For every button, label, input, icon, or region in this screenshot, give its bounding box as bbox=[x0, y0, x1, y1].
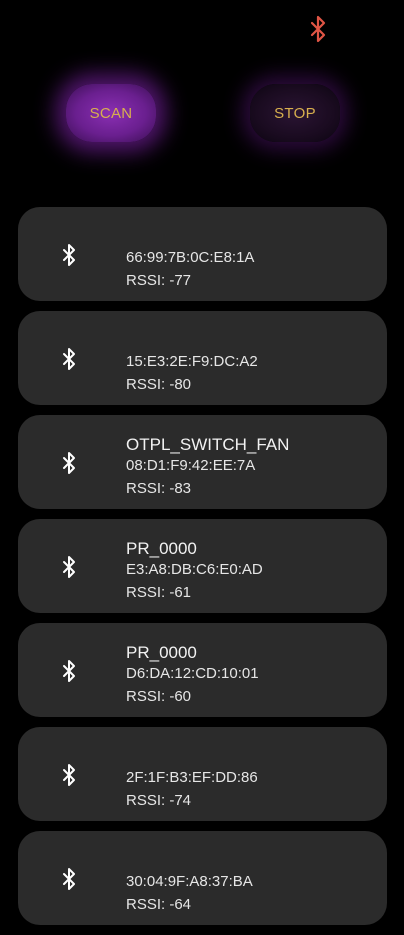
device-rssi: RSSI: -83 bbox=[126, 480, 192, 497]
device-card[interactable]: PR_0000 D6:DA:12:CD:10:01 RSSI: -60 bbox=[18, 623, 387, 717]
device-card[interactable]: 30:04:9F:A8:37:BA RSSI: -64 bbox=[18, 831, 387, 925]
device-mac: 15:E3:2E:F9:DC:A2 bbox=[126, 353, 258, 370]
device-name: OTPL_SWITCH_FAN bbox=[126, 435, 290, 454]
device-rssi: RSSI: -74 bbox=[126, 792, 192, 809]
bluetooth-status-icon bbox=[310, 15, 326, 43]
device-rssi: RSSI: -80 bbox=[126, 376, 192, 393]
device-mac: 08:D1:F9:42:EE:7A bbox=[126, 457, 256, 474]
device-card[interactable]: 15:E3:2E:F9:DC:A2 RSSI: -80 bbox=[18, 311, 387, 405]
device-mac: 2F:1F:B3:EF:DD:86 bbox=[126, 769, 258, 786]
scan-button-label: SCAN bbox=[89, 104, 133, 122]
bluetooth-icon bbox=[63, 764, 75, 786]
bluetooth-icon bbox=[63, 556, 75, 578]
device-mac: E3:A8:DB:C6:E0:AD bbox=[126, 561, 263, 578]
device-mac: 30:04:9F:A8:37:BA bbox=[126, 873, 253, 890]
scan-button[interactable]: SCAN bbox=[66, 84, 156, 142]
device-card[interactable]: 66:99:7B:0C:E8:1A RSSI: -77 bbox=[18, 207, 387, 301]
device-card[interactable]: OTPL_SWITCH_FAN 08:D1:F9:42:EE:7A RSSI: … bbox=[18, 415, 387, 509]
device-mac: 66:99:7B:0C:E8:1A bbox=[126, 249, 255, 266]
device-name: PR_0000 bbox=[126, 643, 197, 662]
bluetooth-icon bbox=[63, 244, 75, 266]
device-card[interactable]: 2F:1F:B3:EF:DD:86 RSSI: -74 bbox=[18, 727, 387, 821]
bluetooth-icon bbox=[63, 868, 75, 890]
device-card[interactable]: PR_0000 E3:A8:DB:C6:E0:AD RSSI: -61 bbox=[18, 519, 387, 613]
bluetooth-icon bbox=[63, 452, 75, 474]
device-name: PR_0000 bbox=[126, 539, 197, 558]
device-rssi: RSSI: -77 bbox=[126, 272, 192, 289]
device-rssi: RSSI: -60 bbox=[126, 688, 192, 705]
device-rssi: RSSI: -64 bbox=[126, 896, 192, 913]
bluetooth-icon bbox=[63, 660, 75, 682]
stop-button-label: STOP bbox=[274, 104, 316, 122]
stop-button[interactable]: STOP bbox=[250, 84, 340, 142]
device-list: 66:99:7B:0C:E8:1A RSSI: -77 15:E3:2E:F9:… bbox=[18, 207, 387, 935]
device-mac: D6:DA:12:CD:10:01 bbox=[126, 665, 259, 682]
bluetooth-icon bbox=[63, 348, 75, 370]
device-rssi: RSSI: -61 bbox=[126, 584, 192, 601]
